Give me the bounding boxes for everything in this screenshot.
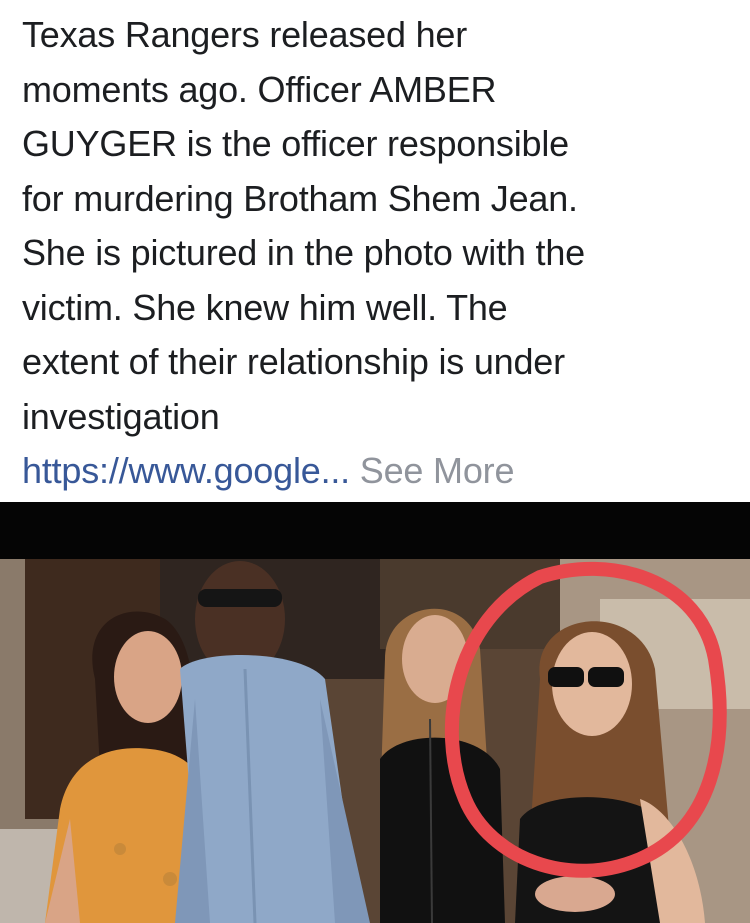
post-text-line: GUYGER is the officer responsible [22,123,569,164]
post-text: Texas Rangers released her moments ago. … [22,8,738,499]
post-link[interactable]: https://www.google... [22,450,350,491]
group-photo-illustration [0,559,750,923]
post-text-line: She is pictured in the photo with the [22,232,585,273]
post-text-line: Texas Rangers released her [22,14,468,55]
post-photo[interactable] [0,559,750,923]
screenshot: Texas Rangers released her moments ago. … [0,0,750,923]
post-text-line: victim. She knew him well. The [22,286,508,328]
see-more-link[interactable]: See More [360,450,515,491]
post-text-line: extent of their relationship is under [22,341,565,382]
image-top-bar [0,502,750,559]
post-text-line: for murdering Brotham Shem Jean. [22,177,578,219]
link-row: https://www.google... See More [22,444,738,499]
post-text-line: investigation [22,395,220,437]
post-text-line: moments ago. Officer AMBER [22,68,497,110]
